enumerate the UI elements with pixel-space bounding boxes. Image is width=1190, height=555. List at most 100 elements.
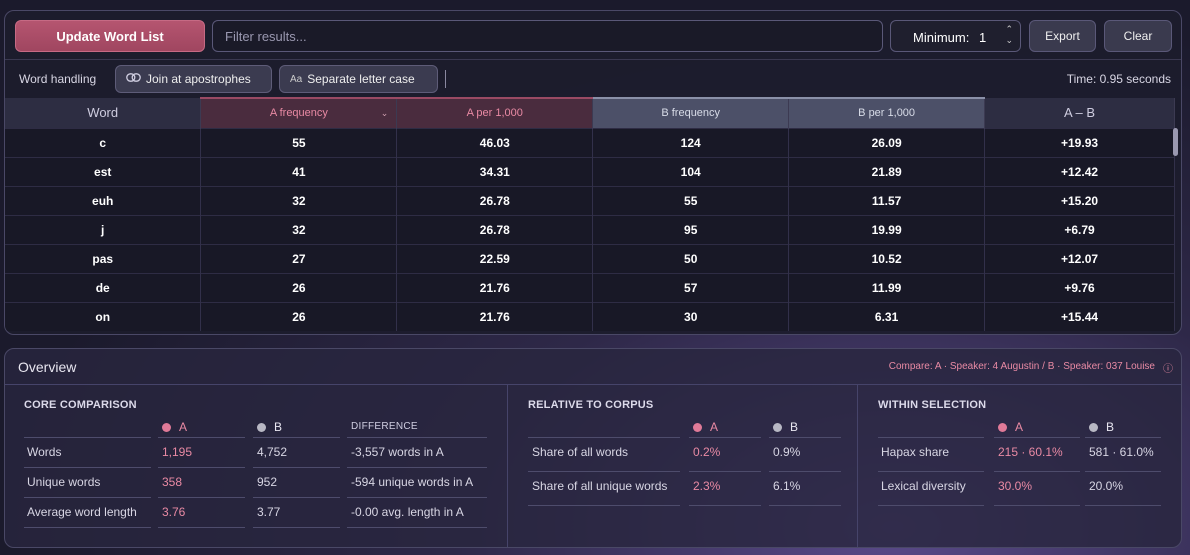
row-divider (253, 467, 340, 468)
table-cell: +9.76 (984, 272, 1175, 302)
table-cell: on (5, 301, 202, 331)
join-apostrophes-toggle[interactable]: Join at apostrophes (115, 65, 272, 93)
row-divider (769, 437, 841, 438)
update-word-list-button[interactable]: Update Word List (15, 20, 205, 52)
table-cell: 21.76 (396, 272, 594, 302)
table-cell: +12.07 (984, 243, 1175, 273)
table-cell: 46.03 (396, 127, 594, 157)
overview-diff: -594 unique words in A (351, 475, 474, 489)
table-row[interactable]: de 26 21.76 57 11.99 +9.76 (5, 272, 1175, 302)
info-icon[interactable]: ⓘ (1163, 360, 1173, 375)
table-row[interactable]: j 32 26.78 95 19.99 +6.79 (5, 214, 1175, 244)
overview-label: Share of all words (532, 445, 629, 459)
overview-b: 4,752 (257, 445, 288, 459)
table-cell: 124 (592, 127, 790, 157)
overview-b: 6.1% (773, 479, 801, 493)
table-cell: j (5, 214, 202, 244)
series-b-dot (1089, 423, 1098, 432)
table-cell: 19.99 (788, 214, 986, 244)
core-col-difference: DIFFERENCE (351, 421, 418, 432)
series-b-dot (257, 423, 266, 432)
overview-b: 952 (257, 475, 278, 489)
row-divider (253, 497, 340, 498)
overview-b: 0.9% (773, 445, 801, 459)
link-icon (126, 73, 141, 85)
table-row[interactable]: on 26 21.76 30 6.31 +15.44 (5, 301, 1175, 331)
col-header-b-frequency[interactable]: B frequency (592, 97, 790, 128)
col-header-a-frequency-label: A frequency (269, 107, 328, 120)
overview-a: 358 (162, 475, 183, 489)
stepper-icon[interactable]: ⌃ ⌄ (1005, 24, 1013, 46)
row-divider (158, 497, 245, 498)
elapsed-time: Time: 0.95 seconds (1066, 72, 1171, 86)
relative-col-b: B (773, 420, 798, 434)
overview-label: Words (27, 445, 62, 459)
row-divider (878, 437, 984, 438)
export-button[interactable]: Export (1029, 20, 1096, 52)
table-row[interactable]: c 55 46.03 124 26.09 +19.93 (5, 127, 1175, 157)
within-col-a: A (998, 420, 1023, 434)
minimum-value[interactable]: 1 (979, 30, 986, 45)
row-divider (1085, 505, 1161, 506)
series-a-dot (162, 423, 171, 432)
table-cell: 30 (592, 301, 790, 331)
table-cell: c (5, 127, 202, 157)
row-divider (528, 437, 680, 438)
relative-col-a: A (693, 420, 718, 434)
toolbar: Update Word List Minimum: 1 ⌃⌄ Export Cl… (5, 11, 1181, 59)
scrollbar-thumb[interactable] (1173, 128, 1178, 156)
col-header-b-per-1000[interactable]: B per 1,000 (788, 97, 986, 128)
table-cell: 22.59 (396, 243, 594, 273)
table-cell: 21.76 (396, 301, 594, 331)
row-divider (347, 467, 487, 468)
row-divider (689, 505, 761, 506)
overview-label: Average word length (27, 505, 137, 519)
col-header-a-frequency[interactable]: A frequency ⌄ (200, 97, 398, 128)
table-cell: 10.52 (788, 243, 986, 273)
clear-button[interactable]: Clear (1104, 20, 1172, 52)
table-row[interactable]: pas 27 22.59 50 10.52 +12.07 (5, 243, 1175, 273)
table-row[interactable]: euh 32 26.78 55 11.57 +15.20 (5, 185, 1175, 215)
table-cell: 26 (200, 272, 398, 302)
within-col-b: B (1089, 420, 1114, 434)
table-cell: pas (5, 243, 202, 273)
table-cell: +12.42 (984, 156, 1175, 186)
table-cell: 21.89 (788, 156, 986, 186)
overview-diff: -0.00 avg. length in A (351, 505, 464, 519)
overview-a: 215 · 60.1% (998, 445, 1063, 459)
row-divider (994, 505, 1080, 506)
table-cell: 41 (200, 156, 398, 186)
table-cell: 27 (200, 243, 398, 273)
table-cell: 32 (200, 214, 398, 244)
word-list-panel: Update Word List Minimum: 1 ⌃⌄ Export Cl… (4, 10, 1182, 335)
table-cell: 57 (592, 272, 790, 302)
row-divider (528, 505, 680, 506)
row-divider (347, 437, 487, 438)
row-divider (769, 471, 841, 472)
filter-input[interactable] (212, 20, 883, 52)
col-header-difference[interactable]: A – B (984, 98, 1175, 128)
row-divider (158, 527, 245, 528)
col-header-a-per-1000[interactable]: A per 1,000 (396, 97, 594, 128)
relative-to-corpus-section: RELATIVE TO CORPUS A B Share of all word… (507, 385, 857, 547)
overview-a: 1,195 (162, 445, 193, 459)
separate-case-toggle[interactable]: Aa Separate letter case (279, 65, 438, 93)
table-row[interactable]: est 41 34.31 104 21.89 +12.42 (5, 156, 1175, 186)
table-cell: 26.78 (396, 214, 594, 244)
table-cell: 6.31 (788, 301, 986, 331)
minimum-stepper[interactable]: Minimum: 1 ⌃ ⌄ (890, 20, 1021, 52)
row-divider (24, 497, 151, 498)
series-a-dot (998, 423, 1007, 432)
overview-a: 2.3% (693, 479, 721, 493)
minimum-label: Minimum: (913, 30, 970, 45)
table-cell: 55 (592, 185, 790, 215)
row-divider (158, 437, 245, 438)
table-cell: 50 (592, 243, 790, 273)
col-header-word[interactable]: Word (5, 98, 202, 128)
table-cell: +15.20 (984, 185, 1175, 215)
row-divider (878, 505, 984, 506)
table-cell: est (5, 156, 202, 186)
row-divider (528, 471, 680, 472)
row-divider (24, 527, 151, 528)
overview-label: Share of all unique words (532, 479, 668, 493)
